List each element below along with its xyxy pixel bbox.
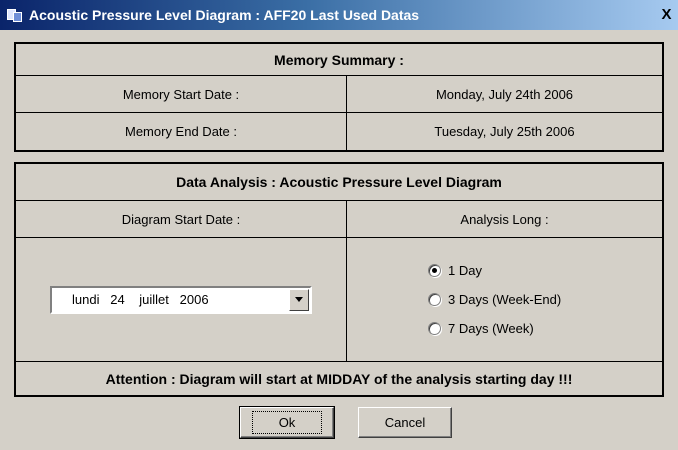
title-bar: Acoustic Pressure Level Diagram : AFF20 … (0, 0, 678, 30)
memory-start-label: Memory Start Date : (16, 76, 347, 112)
app-window-icon (7, 7, 23, 23)
midday-warning: Attention : Diagram will start at MIDDAY… (105, 370, 573, 387)
date-picker-cell: lundi 24 juillet 2006 (16, 238, 347, 361)
date-picker-value[interactable]: lundi 24 juillet 2006 (52, 292, 209, 307)
ok-button-label[interactable]: Ok (251, 411, 323, 434)
radio-option-1-day[interactable]: 1 Day (428, 263, 561, 278)
radio-button-3-days[interactable] (428, 293, 441, 306)
memory-end-value: Tuesday, July 25th 2006 (434, 124, 575, 139)
memory-summary-panel: Memory Summary : Memory Start Date : Mon… (14, 42, 664, 152)
window-title: Acoustic Pressure Level Diagram : AFF20 … (29, 7, 420, 23)
data-analysis-panel: Data Analysis : Acoustic Pressure Level … (14, 162, 664, 397)
analysis-long-label: Analysis Long : (460, 211, 549, 227)
ok-button[interactable]: Ok (239, 406, 335, 439)
date-dropdown-button[interactable] (289, 288, 309, 311)
radio-button-7-days[interactable] (428, 322, 441, 335)
radio-button-1-day[interactable] (428, 264, 441, 277)
radio-label-3-days[interactable]: 3 Days (Week-End) (448, 292, 561, 307)
analysis-header: Data Analysis : Acoustic Pressure Level … (176, 174, 502, 190)
warning-row: Attention : Diagram will start at MIDDAY… (16, 362, 662, 395)
radio-label-7-days[interactable]: 7 Days (Week) (448, 321, 534, 336)
memory-end-label: Memory End Date : (16, 113, 347, 150)
memory-start-value: Monday, July 24th 2006 (435, 86, 574, 102)
analysis-header-row: Data Analysis : Acoustic Pressure Level … (16, 164, 662, 201)
memory-end-row: Memory End Date : Tuesday, July 25th 200… (16, 113, 662, 150)
summary-header: Memory Summary : (274, 51, 404, 68)
analysis-labels-row: Diagram Start Date : Analysis Long : (16, 201, 662, 238)
analysis-long-options: 1 Day 3 Days (Week-End) 7 Days (Week) (347, 238, 662, 361)
cancel-button[interactable]: Cancel (358, 407, 452, 438)
diagram-start-date-picker[interactable]: lundi 24 juillet 2006 (50, 285, 312, 314)
memory-start-row: Memory Start Date : Monday, July 24th 20… (16, 76, 662, 113)
cancel-button-label[interactable]: Cancel (385, 415, 425, 430)
close-button[interactable]: X (658, 7, 675, 22)
diagram-start-label: Diagram Start Date : (16, 201, 347, 237)
radio-option-7-days[interactable]: 7 Days (Week) (428, 321, 561, 336)
summary-header-row: Memory Summary : (16, 44, 662, 76)
chevron-down-icon (295, 297, 303, 302)
radio-option-3-days[interactable]: 3 Days (Week-End) (428, 292, 561, 307)
radio-label-1-day[interactable]: 1 Day (448, 263, 482, 278)
analysis-inputs-row: lundi 24 juillet 2006 1 Day 3 Days (Week… (16, 238, 662, 362)
